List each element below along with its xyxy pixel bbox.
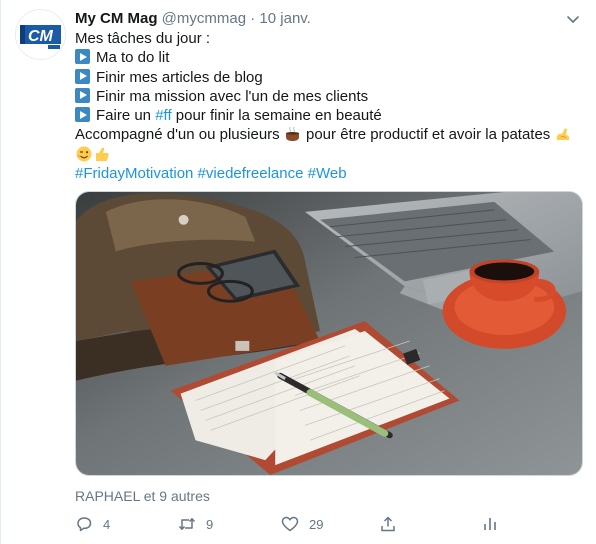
- hashtags[interactable]: #FridayMotivation #viedefreelance #Web: [75, 164, 587, 183]
- chevron-down-icon[interactable]: [564, 10, 582, 28]
- desk-photo-image: [76, 192, 582, 475]
- retweet-icon: [178, 518, 196, 530]
- share-button[interactable]: [379, 515, 407, 533]
- task-item: Finir mes articles de blog: [75, 68, 587, 87]
- play-button-icon: [75, 49, 90, 65]
- tweet-header: My CM Mag @mycmmag · 10 janv.: [75, 9, 556, 29]
- like-count: 29: [309, 516, 324, 532]
- tweet-text: Mes tâches du jour : Ma to do lit Finir …: [75, 29, 587, 183]
- like-button[interactable]: 29: [281, 515, 323, 533]
- retweet-button[interactable]: 9: [178, 515, 213, 533]
- play-button-icon: [75, 107, 90, 123]
- analytics-button[interactable]: [481, 515, 509, 533]
- share-icon: [381, 516, 395, 532]
- closing-line: Accompagné d'un ou plusieurs pour être p…: [75, 125, 587, 144]
- reply-count: 4: [103, 516, 111, 532]
- user-handle[interactable]: @mycmmag: [162, 10, 246, 27]
- reply-icon: [77, 517, 92, 532]
- play-button-icon: [75, 68, 90, 84]
- heart-icon: [281, 516, 299, 532]
- display-name[interactable]: My CM Mag: [75, 10, 158, 27]
- tweet[interactable]: CM My CM Mag @mycmmag · 10 janv. Mes tâc…: [0, 0, 596, 544]
- tasks-intro: Mes tâches du jour :: [75, 30, 211, 47]
- emoji-line: [75, 145, 587, 164]
- tweet-actions: 4 9 29: [75, 515, 575, 537]
- task-item: Ma to do lit: [75, 48, 587, 67]
- thumbs-up-icon: [96, 147, 109, 161]
- winking-face-icon: [76, 146, 92, 162]
- flexed-biceps-icon: [557, 128, 570, 141]
- cm-mag-logo: CM: [16, 10, 65, 59]
- retweet-count: 9: [206, 516, 214, 532]
- reply-button[interactable]: 4: [75, 515, 110, 533]
- tweet-date[interactable]: 10 janv.: [259, 10, 310, 27]
- task-item: Faire un #ff pour finir la semaine en be…: [75, 106, 587, 125]
- svg-text:CM: CM: [28, 28, 54, 45]
- hashtag-link[interactable]: #ff: [155, 107, 171, 124]
- avatar[interactable]: CM: [15, 9, 66, 60]
- separator-dot: ·: [250, 10, 256, 27]
- liked-by-line[interactable]: RAPHAEL et 9 autres: [75, 488, 210, 504]
- task-item: Finir ma mission avec l'un de mes client…: [75, 87, 587, 106]
- analytics-icon: [484, 518, 496, 530]
- hot-beverage-icon: [285, 127, 299, 142]
- play-button-icon: [75, 87, 90, 103]
- tweet-photo[interactable]: [75, 191, 583, 476]
